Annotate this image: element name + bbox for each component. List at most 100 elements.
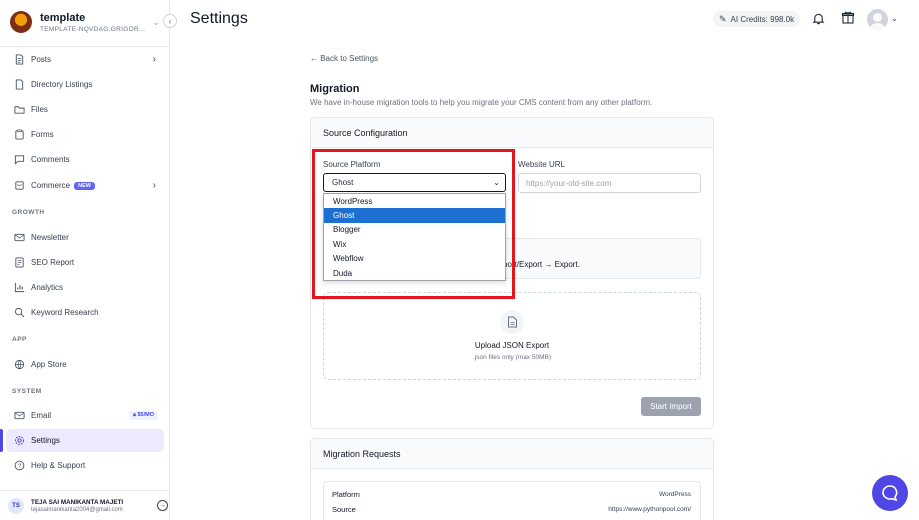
sidebar: template TEMPLATE-NQVDAG.GRIGOR... ⌄ Pos… <box>0 0 170 520</box>
dropdown-option[interactable]: Webflow <box>324 252 505 266</box>
nav-item-newsletter[interactable]: Newsletter <box>6 226 164 249</box>
chat-bubble-icon <box>882 485 898 502</box>
nav-label: Comments <box>31 155 70 164</box>
chevron-right-icon: › <box>152 54 156 65</box>
chart-icon <box>13 282 25 294</box>
source-key: Source <box>332 505 356 514</box>
divider <box>0 46 170 47</box>
avatar: TS <box>8 497 24 514</box>
clipboard-icon <box>13 129 25 141</box>
back-to-settings-link[interactable]: ← Back to Settings <box>310 54 378 63</box>
dropdown-option[interactable]: WordPress <box>324 194 505 208</box>
logout-icon[interactable]: → <box>157 500 168 511</box>
workspace-switcher[interactable]: template TEMPLATE-NQVDAG.GRIGOR... ⌄ <box>10 8 160 36</box>
mail-icon <box>13 410 25 422</box>
card-title: Migration Requests <box>311 439 713 469</box>
document-icon <box>13 54 25 66</box>
file-icon <box>500 310 524 334</box>
json-upload-dropzone[interactable] <box>323 292 701 380</box>
section-title: Migration <box>310 83 360 95</box>
dropdown-option[interactable]: Duda <box>324 266 505 280</box>
user-email: tejasaimanikanta2004@gmail.com <box>31 506 123 513</box>
source-platform-dropdown: WordPress Ghost Blogger Wix Webflow Duda <box>323 193 506 281</box>
nav-label: Analytics <box>31 283 64 292</box>
globe-icon <box>13 359 25 371</box>
nav-item-keyword-research[interactable]: Keyword Research <box>6 301 164 324</box>
dropdown-option-selected[interactable]: Ghost <box>324 208 505 223</box>
section-label-growth: GROWTH <box>12 209 45 216</box>
ai-credits-text: AI Credits: 998.0k <box>730 14 795 24</box>
nav-item-settings[interactable]: Settings <box>0 429 164 452</box>
nav-item-comments[interactable]: Comments <box>6 148 164 171</box>
website-url-input[interactable] <box>518 173 701 193</box>
start-import-button[interactable]: Start Import <box>641 397 701 416</box>
migration-request-item <box>323 481 701 520</box>
nav-label: Forms <box>31 130 54 139</box>
svg-text:?: ? <box>17 463 21 470</box>
nav-item-app-store[interactable]: App Store <box>6 353 164 376</box>
nav-item-files[interactable]: Files <box>6 98 164 121</box>
nav-item-email[interactable]: Email 🔒︎ $5/MO <box>6 404 164 427</box>
help-icon: ? <box>13 460 25 472</box>
nav-label: App Store <box>31 360 67 369</box>
section-label-system: SYSTEM <box>12 388 42 395</box>
platform-value: WordPress <box>658 491 691 498</box>
chat-button[interactable] <box>872 475 908 511</box>
dropdown-option[interactable]: Blogger <box>324 223 505 237</box>
chevron-right-icon: › <box>152 180 156 191</box>
nav-label: Directory Listings <box>31 80 93 89</box>
folder-icon <box>13 104 25 116</box>
nav-label: Settings <box>31 436 60 445</box>
workspace-subtitle: TEMPLATE-NQVDAG.GRIGOR... <box>40 25 146 33</box>
ai-credits-badge[interactable]: ✎ AI Credits: 998.0k <box>713 11 801 27</box>
user-avatar[interactable] <box>867 9 888 30</box>
cart-icon <box>13 180 25 192</box>
card-title: Source Configuration <box>311 118 713 148</box>
chevron-down-icon: ⌄ <box>152 16 160 27</box>
gift-icon[interactable] <box>840 9 856 25</box>
source-platform-select[interactable]: Ghost ⌄ <box>323 173 506 192</box>
list-icon <box>13 79 25 91</box>
price-badge-text: $5/MO <box>137 412 154 418</box>
nav-item-commerce[interactable]: Commerce NEW › <box>6 174 164 197</box>
workspace-logo <box>10 11 32 33</box>
website-url-label: Website URL <box>518 160 565 169</box>
select-value: Ghost <box>332 178 354 187</box>
report-icon <box>13 257 25 269</box>
user-profile[interactable]: TS TEJA SAI MANIKANTA MAJETI tejasaimani… <box>0 490 170 520</box>
nav-label: Files <box>31 105 48 114</box>
upload-subtitle: .json files only (max 50MB) <box>472 354 552 361</box>
comment-icon <box>13 154 25 166</box>
export-instructions-text: port/Export → Export. <box>503 260 580 269</box>
nav-label: SEO Report <box>31 258 75 267</box>
chevron-down-icon: ⌄ <box>493 178 500 187</box>
source-platform-label: Source Platform <box>323 160 381 169</box>
nav-label: Email <box>31 411 52 420</box>
price-badge: 🔒︎ $5/MO <box>129 411 158 420</box>
nav-label: Keyword Research <box>31 308 99 317</box>
collapse-sidebar-button[interactable]: ‹ <box>163 14 177 28</box>
mail-icon <box>13 232 25 244</box>
bell-icon[interactable] <box>810 10 826 26</box>
nav-item-directory-listings[interactable]: Directory Listings <box>6 73 164 96</box>
gear-icon <box>13 435 25 447</box>
nav-item-forms[interactable]: Forms <box>6 123 164 146</box>
nav-label: Posts <box>31 55 52 64</box>
section-label-app: APP <box>12 336 27 343</box>
nav-label: Commerce <box>31 181 71 190</box>
nav-item-posts[interactable]: Posts › <box>6 48 164 71</box>
workspace-name: template <box>40 11 86 24</box>
nav-item-seo-report[interactable]: SEO Report <box>6 251 164 274</box>
upload-title: Upload JSON Export <box>474 341 550 350</box>
nav-item-help-support[interactable]: ? Help & Support <box>6 454 164 477</box>
nav-label: Newsletter <box>31 233 69 242</box>
user-name: TEJA SAI MANIKANTA MAJETI <box>31 498 124 506</box>
section-description: We have in-house migration tools to help… <box>310 98 653 107</box>
nav-item-analytics[interactable]: Analytics <box>6 276 164 299</box>
dropdown-option[interactable]: Wix <box>324 237 505 251</box>
chevron-down-icon[interactable]: ⌄ <box>891 14 898 23</box>
page-title: Settings <box>190 10 248 27</box>
platform-key: Platform <box>332 490 360 499</box>
new-badge: NEW <box>74 181 95 190</box>
source-value: https://www.pythonpool.com/ <box>608 506 691 513</box>
